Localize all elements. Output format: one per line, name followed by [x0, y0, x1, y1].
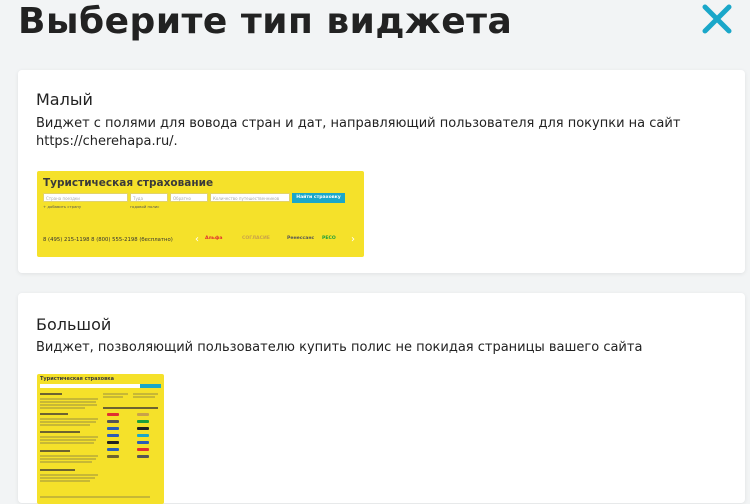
preview-travelers-field: Количество путешественников: [210, 193, 290, 202]
preview-logo: Альфа: [205, 236, 223, 241]
preview-logo: СОГЛАСИЕ: [242, 236, 270, 241]
chevron-left-icon: ‹: [195, 234, 199, 245]
card-description: Виджет с полями для вовода стран и дат, …: [36, 116, 681, 149]
preview-find-button: [140, 384, 161, 388]
preview-title: Туристическая страхование: [43, 177, 214, 189]
preview-phones: 8 (495) 215-1198 8 (800) 555-2198 (беспл…: [43, 237, 173, 243]
large-widget-preview: Туристическая страховка: [37, 374, 164, 504]
card-title: Малый: [36, 90, 93, 109]
widget-option-large[interactable]: Большой Виджет, позволяющий пользователю…: [18, 293, 745, 504]
preview-logo: Ренессанс: [287, 236, 315, 241]
preview-there-field: Туда: [130, 193, 168, 202]
card-title: Большой: [36, 315, 112, 334]
close-icon[interactable]: [700, 2, 734, 36]
preview-annual: годовой полис: [130, 204, 160, 209]
preview-find-button: Найти страховку: [292, 193, 345, 203]
preview-back-field: Обратно: [170, 193, 208, 202]
modal-title: Выберите тип виджета: [18, 1, 513, 42]
preview-title: Туристическая страховка: [40, 376, 115, 382]
preview-add-country: + добавить страну: [43, 204, 82, 209]
widget-option-small[interactable]: Малый Виджет с полями для вовода стран и…: [18, 70, 745, 273]
preview-logo: РЕСО: [322, 236, 336, 241]
small-widget-preview: Туристическая страхование Страна поездки…: [37, 171, 364, 257]
card-description: Виджет, позволяющий пользователю купить …: [36, 340, 643, 355]
chevron-right-icon: ›: [351, 234, 355, 245]
preview-country-field: Страна поездки: [43, 193, 128, 202]
